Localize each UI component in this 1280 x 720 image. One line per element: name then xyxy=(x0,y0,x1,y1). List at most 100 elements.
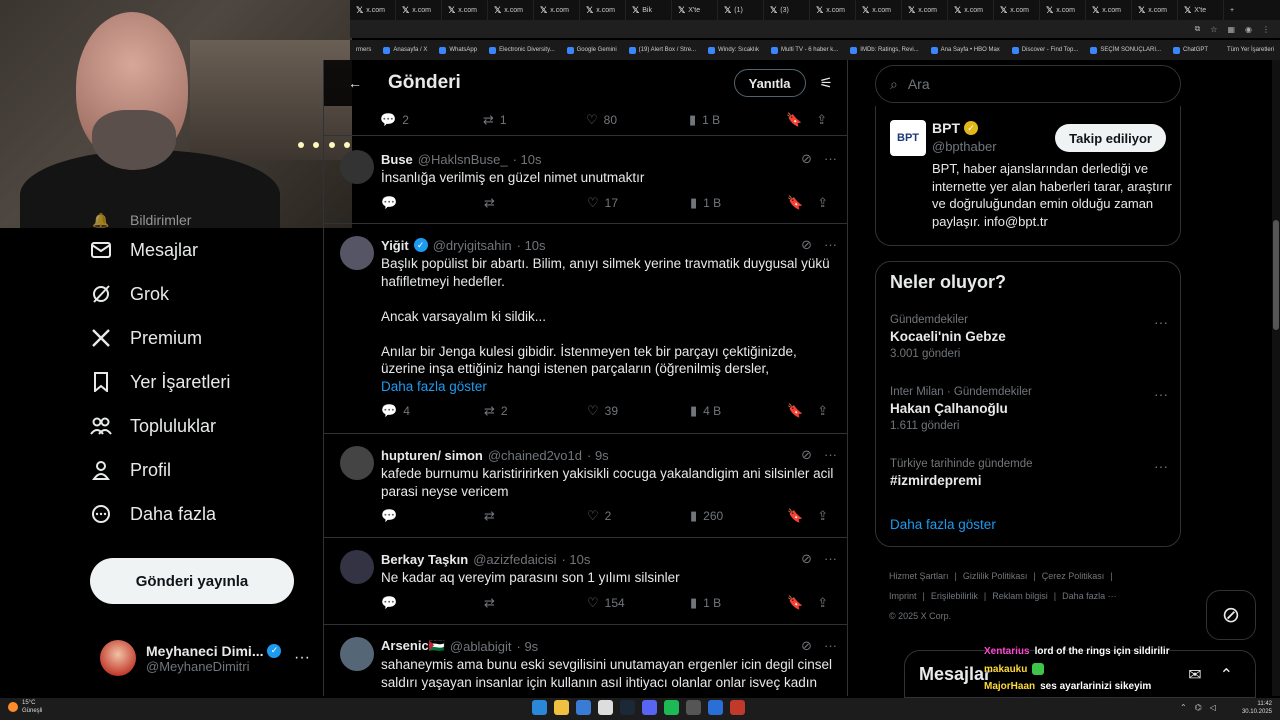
post-button[interactable]: Gönderi yayınla xyxy=(90,558,294,604)
repost-action[interactable]: ⇄ xyxy=(484,508,587,524)
share-icon[interactable]: ⇪ xyxy=(817,595,828,611)
bookmark-item[interactable]: Discover - Find Top... xyxy=(1006,46,1085,54)
following-button[interactable]: Takip ediliyor xyxy=(1055,124,1166,152)
nav-messages[interactable]: Mesajlar xyxy=(90,228,320,272)
tweet[interactable]: Buse @HaklsnBuse_ · 10s ⊘ ··· İnsanlığa veril… xyxy=(324,138,847,224)
grok-icon[interactable]: ⊘ xyxy=(801,151,812,167)
bookmark-item[interactable]: Anasayfa / X xyxy=(377,46,433,54)
avatar[interactable] xyxy=(340,446,374,480)
bookmark-icon[interactable]: 🔖 xyxy=(787,195,803,211)
spotify-icon[interactable] xyxy=(664,700,679,715)
footer-link[interactable]: Gizlilik Politikası xyxy=(963,571,1028,581)
network-icon[interactable]: ⌬ xyxy=(1195,703,1202,712)
views-action[interactable]: ▮ 1 B xyxy=(689,112,786,128)
discord-icon[interactable] xyxy=(642,700,657,715)
browser-tab[interactable]: 𝕏x.com xyxy=(442,0,488,20)
more-icon[interactable]: ··· xyxy=(824,551,837,567)
trend-item[interactable]: Inter Milan · Gündemdekiler Hakan Çalhan… xyxy=(890,386,1168,432)
trend-item[interactable]: Gündemdekiler Kocaeli'nin Gebze 3.001 gö… xyxy=(890,314,1168,360)
extensions-icon[interactable]: ▦ xyxy=(1227,25,1235,34)
explorer-icon[interactable] xyxy=(576,700,591,715)
tweet-author[interactable]: Arsenic🇵🇸 xyxy=(381,638,445,654)
browser-tab[interactable]: 𝕏 Bik xyxy=(626,0,672,20)
app-icon[interactable] xyxy=(686,700,701,715)
browser-tab[interactable]: 𝕏x.com xyxy=(810,0,856,20)
grok-icon[interactable]: ⊘ xyxy=(801,447,812,463)
bookmark-item[interactable]: SEÇİM SONUÇLARI... xyxy=(1084,46,1167,54)
bookmark-item[interactable]: Electronic Diversity... xyxy=(483,46,561,54)
search-input[interactable]: ⌕ Ara xyxy=(875,65,1181,103)
trend-more-icon[interactable]: ··· xyxy=(1154,386,1168,402)
store-icon[interactable] xyxy=(598,700,613,715)
nav-more[interactable]: Daha fazla xyxy=(90,492,320,536)
footer-link[interactable]: Daha fazla ··· xyxy=(1062,591,1117,601)
volume-icon[interactable]: ◁ xyxy=(1210,703,1216,712)
share-icon[interactable]: ⇪ xyxy=(817,403,828,419)
views-action[interactable]: ▮ 1 B xyxy=(690,595,787,611)
account-switcher[interactable]: Meyhaneci Dimi... ✓ @MeyhaneDimitri ··· xyxy=(100,636,310,680)
avatar[interactable] xyxy=(340,236,374,270)
tweet[interactable]: Berkay Taşkın @azizfedaicisi · 10s ⊘ ··· Ne k… xyxy=(324,538,847,625)
bookmark-item[interactable]: WhatsApp xyxy=(433,46,483,54)
browser-tab[interactable]: 𝕏x.com xyxy=(396,0,442,20)
app-icon[interactable] xyxy=(730,700,745,715)
reply-action[interactable]: 💬 xyxy=(381,508,484,524)
bpt-logo[interactable]: BPT xyxy=(890,120,926,156)
browser-tab[interactable]: 𝕏x.com xyxy=(994,0,1040,20)
cast-icon[interactable]: ⧉ xyxy=(1195,24,1201,34)
browser-tab[interactable]: 𝕏x.com xyxy=(488,0,534,20)
nav-grok[interactable]: Grok xyxy=(90,272,320,316)
weather-widget[interactable]: 15°C Güneşli xyxy=(8,699,42,715)
more-icon[interactable]: ··· xyxy=(824,447,837,463)
more-icon[interactable]: ··· xyxy=(824,151,837,167)
like-action[interactable]: ♡ 17 xyxy=(587,195,690,211)
new-message-icon[interactable]: ✉ xyxy=(1188,665,1201,685)
tweet-author[interactable]: Buse xyxy=(381,152,413,167)
filter-icon[interactable]: ⚟ xyxy=(820,74,833,92)
scrollbar-thumb[interactable] xyxy=(1273,220,1279,330)
bookmark-item[interactable]: Multi TV - 6 haber k... xyxy=(765,46,844,54)
footer-link[interactable]: Imprint xyxy=(889,591,917,601)
browser-tab[interactable]: 𝕏x.com xyxy=(534,0,580,20)
bookmark-icon[interactable]: 🔖 xyxy=(787,508,803,524)
bookmark-item[interactable]: Google Gemini xyxy=(561,46,623,54)
like-action[interactable]: ♡ 154 xyxy=(587,595,690,611)
browser-tab[interactable]: 𝕏x.com xyxy=(902,0,948,20)
bookmark-item[interactable]: IMDb: Ratings, Revi... xyxy=(844,46,924,54)
steam-icon[interactable] xyxy=(620,700,635,715)
profile-icon[interactable]: ◉ xyxy=(1245,25,1252,34)
browser-tab[interactable]: 𝕏x.com xyxy=(948,0,994,20)
tweet[interactable]: Yiğit ✓ @dryigitsahin · 10s ⊘ ··· Başlık popül… xyxy=(324,224,847,434)
more-icon[interactable]: ··· xyxy=(824,237,837,253)
show-more-link[interactable]: Daha fazla göster xyxy=(890,517,996,532)
footer-link[interactable]: Erişilebilirlik xyxy=(931,591,978,601)
like-action[interactable]: ♡ 2 xyxy=(587,508,690,524)
avatar[interactable] xyxy=(340,637,374,671)
star-icon[interactable]: ☆ xyxy=(1210,25,1217,34)
chevron-up-icon[interactable]: ⌃ xyxy=(1180,703,1187,712)
tweet[interactable]: hupturen/ simon @chained2vo1d · 9s ⊘ ··· kafe… xyxy=(324,434,847,538)
tweet-author[interactable]: Yiğit xyxy=(381,238,409,253)
bookmark-item[interactable]: Ana Sayfa • HBO Max xyxy=(925,46,1006,54)
grok-icon[interactable]: ⊘ xyxy=(801,551,812,567)
footer-link[interactable]: Reklam bilgisi xyxy=(992,591,1048,601)
profile-name[interactable]: BPT xyxy=(932,120,960,136)
nav-premium[interactable]: Premium xyxy=(90,316,320,360)
share-icon[interactable]: ⇪ xyxy=(817,508,828,524)
bookmark-item[interactable]: (19) Alert Box / Stre... xyxy=(623,46,702,54)
all-bookmarks[interactable]: Tüm Yer İşaretleri xyxy=(1221,47,1280,53)
trend-more-icon[interactable]: ··· xyxy=(1154,314,1168,330)
browser-tab[interactable]: 𝕏x.com xyxy=(350,0,396,20)
scrollbar[interactable] xyxy=(1272,60,1280,696)
browser-tab[interactable]: 𝕏x.com xyxy=(1040,0,1086,20)
chrome-icon[interactable] xyxy=(554,700,569,715)
like-action[interactable]: ♡ 39 xyxy=(587,403,690,419)
share-icon[interactable]: ⇪ xyxy=(816,112,827,128)
tweet-author[interactable]: hupturen/ simon xyxy=(381,448,483,463)
reply-action[interactable]: 💬 xyxy=(381,195,484,211)
account-more-icon[interactable]: ··· xyxy=(294,649,310,667)
nav-notifications-partial[interactable]: 🔔 Bildirimler xyxy=(90,210,191,230)
footer-link[interactable]: Hizmet Şartları xyxy=(889,571,949,581)
nav-bookmarks[interactable]: Yer İşaretleri xyxy=(90,360,320,404)
nav-profile[interactable]: Profil xyxy=(90,448,320,492)
